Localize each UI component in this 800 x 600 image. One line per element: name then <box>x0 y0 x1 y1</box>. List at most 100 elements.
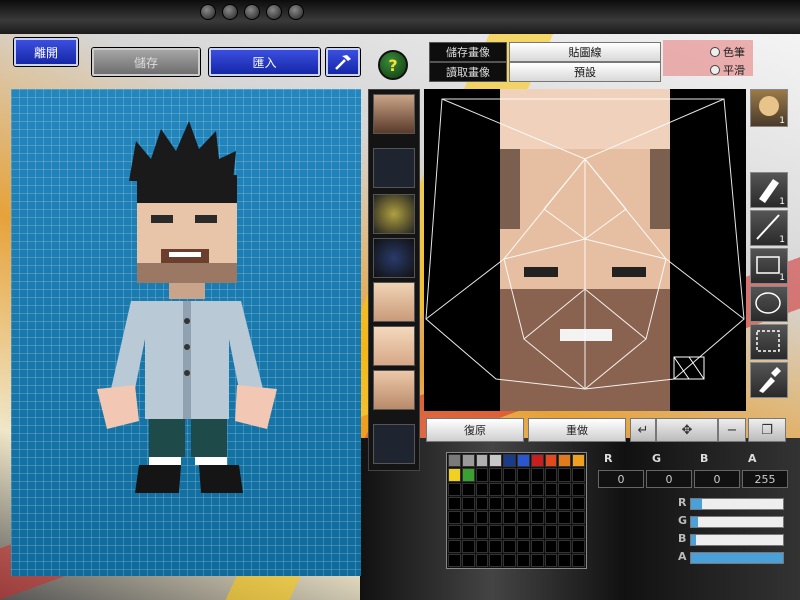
palette-swatch[interactable] <box>461 511 475 525</box>
character-preview[interactable] <box>11 89 361 576</box>
palette-swatch[interactable] <box>503 496 516 510</box>
exit-button[interactable]: 離開 <box>14 38 78 66</box>
thumbnail-skin-1[interactable] <box>373 282 415 322</box>
color-palette[interactable] <box>446 452 587 569</box>
palette-swatch[interactable] <box>517 454 530 468</box>
palette-swatch[interactable] <box>489 468 503 482</box>
palette-swatch[interactable] <box>530 454 544 468</box>
g-slider[interactable] <box>690 516 784 528</box>
thumbnail-dark[interactable] <box>373 238 415 278</box>
palette-swatch[interactable] <box>544 482 558 496</box>
palette-swatch[interactable] <box>530 525 544 539</box>
palette-swatch[interactable] <box>558 482 572 496</box>
thumbnail-skin-3[interactable] <box>373 370 415 410</box>
palette-swatch[interactable] <box>572 553 585 567</box>
palette-swatch[interactable] <box>489 525 503 539</box>
palette-swatch[interactable] <box>448 539 461 553</box>
palette-swatch[interactable] <box>448 454 461 468</box>
palette-swatch[interactable] <box>475 482 489 496</box>
palette-swatch[interactable] <box>489 511 503 525</box>
save-image-button[interactable]: 儲存畫像 <box>429 42 507 62</box>
palette-swatch[interactable] <box>489 553 503 567</box>
line-tool[interactable]: 1 <box>750 210 788 246</box>
move-button[interactable]: ✥ <box>656 418 718 442</box>
preset-field[interactable]: 預設 <box>509 62 661 82</box>
palette-swatch[interactable] <box>517 496 530 510</box>
palette-swatch[interactable] <box>517 511 530 525</box>
palette-swatch[interactable] <box>475 496 489 510</box>
palette-swatch[interactable] <box>558 539 572 553</box>
select-tool[interactable] <box>750 324 788 360</box>
radio-color[interactable]: 色筆 <box>710 44 745 60</box>
palette-swatch[interactable] <box>530 496 544 510</box>
thumbnail-empty[interactable] <box>373 148 415 188</box>
palette-swatch[interactable] <box>448 553 461 567</box>
palette-swatch[interactable] <box>572 525 585 539</box>
palette-swatch[interactable] <box>461 496 475 510</box>
palette-swatch[interactable] <box>558 468 572 482</box>
palette-swatch[interactable] <box>448 511 461 525</box>
palette-swatch[interactable] <box>475 468 489 482</box>
layers-button[interactable]: ❐ <box>748 418 786 442</box>
save-button[interactable]: 儲存 <box>92 48 200 76</box>
palette-swatch[interactable] <box>517 539 530 553</box>
palette-swatch[interactable] <box>503 553 516 567</box>
thumbnail-armor[interactable] <box>373 194 415 234</box>
palette-swatch[interactable] <box>503 454 516 468</box>
minus-button[interactable]: − <box>718 418 746 442</box>
palette-swatch[interactable] <box>544 525 558 539</box>
import-button[interactable]: 匯入 <box>209 48 320 76</box>
palette-swatch[interactable] <box>489 454 503 468</box>
palette-swatch[interactable] <box>558 525 572 539</box>
palette-swatch[interactable] <box>475 454 489 468</box>
palette-swatch[interactable] <box>461 454 475 468</box>
palette-swatch[interactable] <box>558 496 572 510</box>
undo-arrow-button[interactable]: ↵ <box>630 418 656 442</box>
rect-tool[interactable]: 1 <box>750 248 788 284</box>
hammer-button[interactable] <box>326 48 360 76</box>
palette-swatch[interactable] <box>448 525 461 539</box>
palette-swatch[interactable] <box>572 454 585 468</box>
palette-swatch[interactable] <box>517 468 530 482</box>
palette-swatch[interactable] <box>503 511 516 525</box>
palette-swatch[interactable] <box>461 468 475 482</box>
palette-swatch[interactable] <box>572 539 585 553</box>
palette-swatch[interactable] <box>530 511 544 525</box>
palette-swatch[interactable] <box>503 539 516 553</box>
palette-swatch[interactable] <box>503 468 516 482</box>
palette-swatch[interactable] <box>572 496 585 510</box>
palette-swatch[interactable] <box>475 553 489 567</box>
palette-swatch[interactable] <box>461 482 475 496</box>
palette-swatch[interactable] <box>544 454 558 468</box>
radio-smooth[interactable]: 平滑 <box>710 62 745 78</box>
load-image-button[interactable]: 讀取畫像 <box>429 62 507 82</box>
palette-swatch[interactable] <box>489 482 503 496</box>
palette-swatch[interactable] <box>448 496 461 510</box>
help-button[interactable]: ? <box>378 50 408 80</box>
palette-swatch[interactable] <box>503 525 516 539</box>
palette-swatch[interactable] <box>448 482 461 496</box>
palette-swatch[interactable] <box>530 539 544 553</box>
r-slider[interactable] <box>690 498 784 510</box>
palette-swatch[interactable] <box>517 525 530 539</box>
g-value-field[interactable]: 0 <box>646 470 692 488</box>
thumbnail-skin-2[interactable] <box>373 326 415 366</box>
palette-swatch[interactable] <box>558 553 572 567</box>
r-value-field[interactable]: 0 <box>598 470 644 488</box>
texture-line-field[interactable]: 貼圖線 <box>509 42 661 62</box>
palette-swatch[interactable] <box>544 496 558 510</box>
palette-swatch[interactable] <box>572 511 585 525</box>
palette-swatch[interactable] <box>461 525 475 539</box>
palette-swatch[interactable] <box>461 553 475 567</box>
palette-swatch[interactable] <box>503 482 516 496</box>
a-slider[interactable] <box>690 552 784 564</box>
redo-button[interactable]: 重做 <box>528 418 626 442</box>
pen-tool[interactable]: 1 <box>750 172 788 208</box>
palette-swatch[interactable] <box>530 553 544 567</box>
palette-swatch[interactable] <box>530 482 544 496</box>
b-slider[interactable] <box>690 534 784 546</box>
eyedropper-tool[interactable] <box>750 362 788 398</box>
b-value-field[interactable]: 0 <box>694 470 740 488</box>
palette-swatch[interactable] <box>461 539 475 553</box>
palette-swatch[interactable] <box>475 511 489 525</box>
